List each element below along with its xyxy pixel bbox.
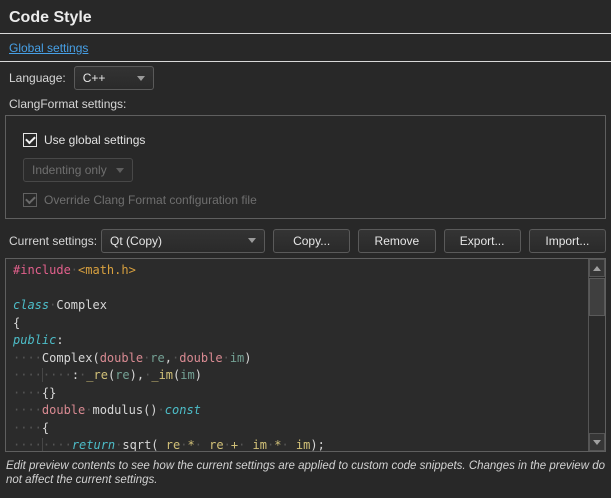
code-lines[interactable]: #include·<math.h> class·Complex{public:·… (6, 259, 605, 452)
footer-hint-text: Edit preview contents to see how the cur… (6, 459, 605, 487)
clangformat-group-box: Use global settings Indenting only Overr… (5, 115, 606, 219)
checkbox-checked-disabled-icon (23, 193, 37, 207)
override-clangformat-checkbox: Override Clang Format configuration file (23, 192, 605, 207)
chevron-down-icon (248, 238, 256, 243)
checkbox-checked-icon[interactable] (23, 133, 37, 147)
global-settings-link[interactable]: Global settings (9, 41, 88, 55)
override-clangformat-label: Override Clang Format configuration file (44, 193, 257, 207)
chevron-down-icon (137, 76, 145, 81)
code-preview-editor[interactable]: #include·<math.h> class·Complex{public:·… (5, 258, 606, 452)
current-settings-label: Current settings: (9, 234, 97, 248)
use-global-settings-label: Use global settings (44, 133, 145, 147)
clangformat-settings-label: ClangFormat settings: (9, 97, 611, 112)
page-title: Code Style (9, 8, 611, 28)
language-combo[interactable]: C++ (74, 66, 154, 90)
chevron-down-icon (116, 168, 124, 173)
editor-scrollbar[interactable] (588, 259, 605, 451)
export-button[interactable]: Export... (444, 229, 521, 253)
scroll-up-button[interactable] (589, 259, 605, 277)
scrollbar-thumb[interactable] (589, 278, 605, 316)
language-label: Language: (9, 71, 66, 85)
code-style-settings-page: Code Style Global settings Language: C++… (0, 0, 611, 498)
clangformat-mode-combo: Indenting only (23, 158, 133, 182)
scroll-down-button[interactable] (589, 433, 605, 451)
copy-button[interactable]: Copy... (273, 229, 350, 253)
title-separator (0, 33, 611, 34)
scrollbar-track[interactable] (589, 277, 605, 433)
import-button[interactable]: Import... (529, 229, 606, 253)
arrow-up-icon (593, 266, 601, 271)
language-combo-value: C++ (83, 71, 106, 85)
remove-button[interactable]: Remove (358, 229, 435, 253)
current-settings-combo[interactable]: Qt (Copy) (101, 229, 265, 253)
clangformat-mode-value: Indenting only (32, 163, 107, 177)
use-global-settings-checkbox[interactable]: Use global settings (23, 132, 605, 147)
current-settings-value: Qt (Copy) (110, 234, 162, 248)
arrow-down-icon (593, 440, 601, 445)
link-separator (0, 61, 611, 62)
